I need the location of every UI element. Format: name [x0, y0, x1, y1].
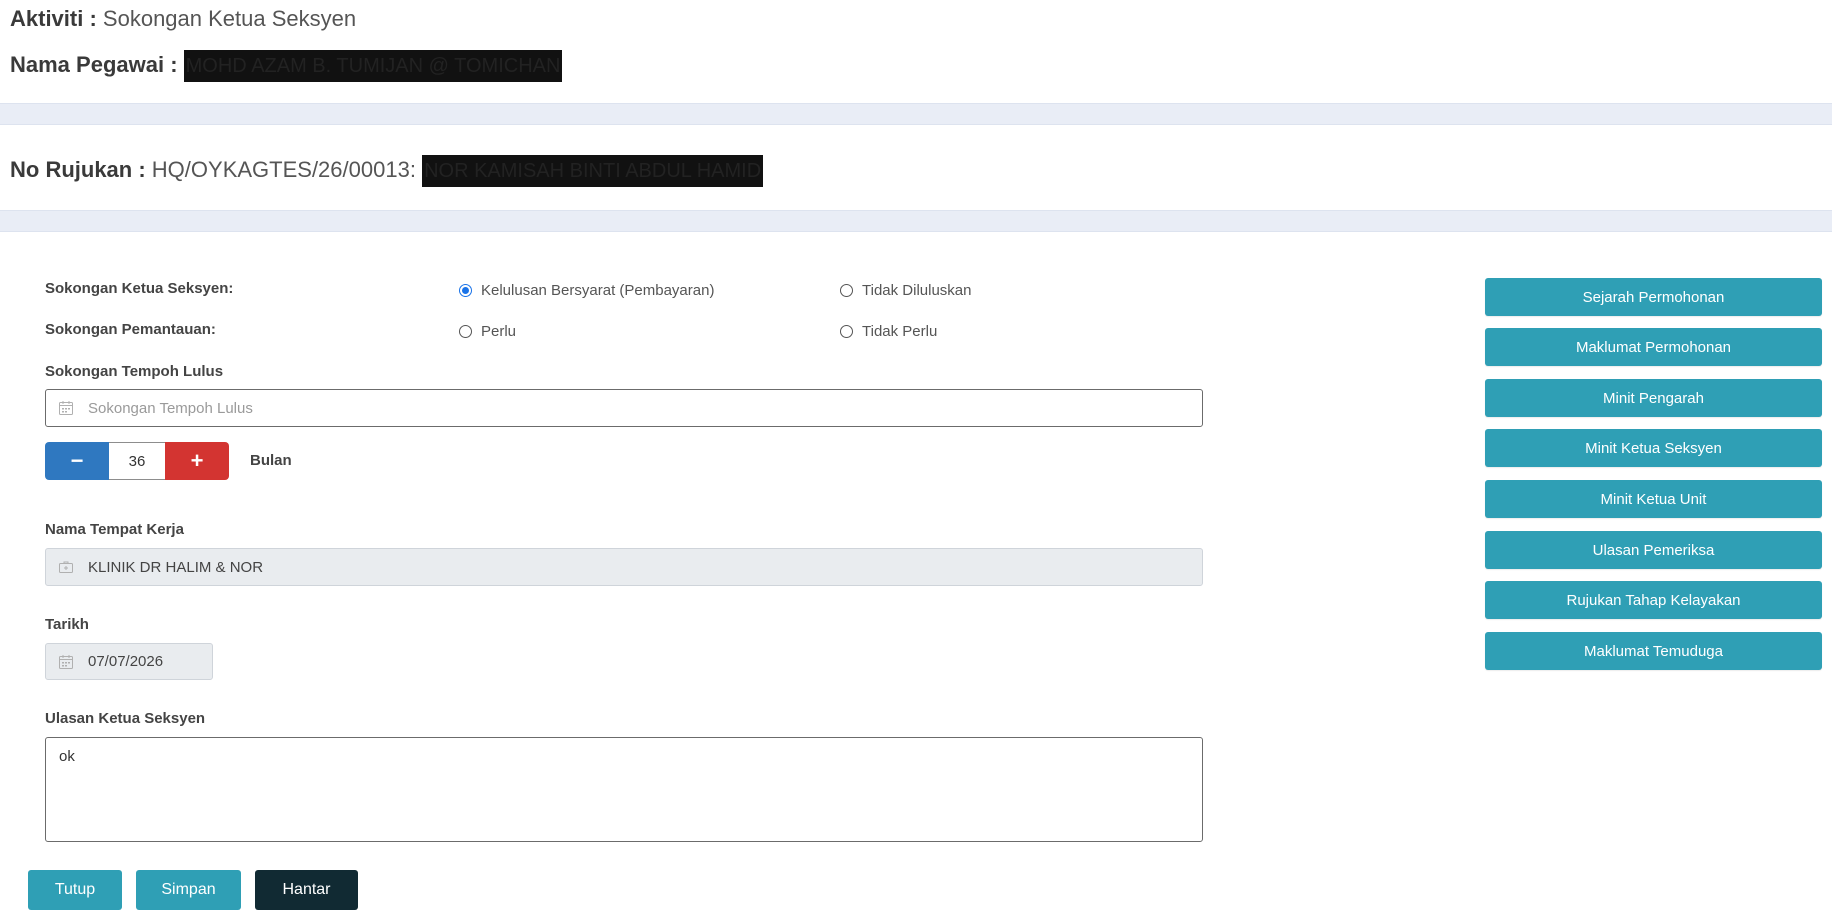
- no-rujukan-label: No Rujukan :: [10, 157, 146, 182]
- radio-label: Kelulusan Bersyarat (Pembayaran): [481, 282, 715, 299]
- radio-kelulusan-bersyarat[interactable]: Kelulusan Bersyarat (Pembayaran): [459, 282, 714, 299]
- divider-band-2: [0, 210, 1832, 232]
- no-rujukan-name-redacted: NOR KAMISAH BINTI ABDUL HAMID: [422, 155, 764, 187]
- maklumat-temuduga-button[interactable]: Maklumat Temuduga: [1485, 632, 1822, 670]
- radio-perlu[interactable]: Perlu: [459, 323, 516, 340]
- no-rujukan-value: HQ/OYKAGTES/26/00013:: [151, 157, 416, 182]
- radio-label: Tidak Diluluskan: [862, 282, 972, 299]
- aktiviti-line: Aktiviti : Sokongan Ketua Seksyen: [10, 6, 356, 32]
- tempoh-lulus-input[interactable]: Sokongan Tempoh Lulus: [45, 389, 1203, 427]
- tempoh-lulus-placeholder: Sokongan Tempoh Lulus: [88, 399, 253, 417]
- hantar-button[interactable]: Hantar: [255, 870, 358, 910]
- tempat-kerja-value: KLINIK DR HALIM & NOR: [88, 558, 264, 576]
- sokongan-ketua-label: Sokongan Ketua Seksyen:: [45, 280, 234, 297]
- radio-unchecked-icon: [840, 325, 853, 338]
- stepper-increment-button[interactable]: +: [165, 442, 229, 480]
- stepper-unit-label: Bulan: [250, 452, 292, 469]
- radio-tidak-perlu[interactable]: Tidak Perlu: [840, 323, 937, 340]
- header-reference-block: No Rujukan : HQ/OYKAGTES/26/00013: NOR K…: [0, 125, 1832, 210]
- nama-pegawai-line: Nama Pegawai : MOHD AZAM B. TUMIJAN @ TO…: [10, 50, 563, 82]
- tarikh-label: Tarikh: [45, 616, 89, 633]
- calendar-icon: [59, 401, 73, 415]
- stepper-decrement-button[interactable]: −: [45, 442, 109, 480]
- ulasan-pemeriksa-button[interactable]: Ulasan Pemeriksa: [1485, 531, 1822, 569]
- nama-pegawai-value-redacted: MOHD AZAM B. TUMIJAN @ TOMICHAN: [183, 50, 563, 82]
- no-rujukan-line: No Rujukan : HQ/OYKAGTES/26/00013: NOR K…: [10, 155, 764, 187]
- simpan-button[interactable]: Simpan: [136, 870, 241, 910]
- nama-pegawai-label: Nama Pegawai :: [10, 52, 178, 77]
- plus-icon: +: [190, 448, 204, 473]
- stepper-value-input[interactable]: 36: [109, 442, 165, 480]
- tarikh-input: 07/07/2026: [45, 643, 213, 680]
- ulasan-label: Ulasan Ketua Seksyen: [45, 710, 206, 727]
- tempoh-stepper: − 36 +: [45, 442, 229, 480]
- minus-icon: −: [70, 448, 84, 473]
- tutup-button[interactable]: Tutup: [28, 870, 122, 910]
- tempat-kerja-label: Nama Tempat Kerja: [45, 521, 184, 538]
- radio-label: Tidak Perlu: [862, 323, 938, 340]
- radio-tidak-diluluskan[interactable]: Tidak Diluluskan: [840, 282, 972, 299]
- tempoh-lulus-label: Sokongan Tempoh Lulus: [45, 363, 224, 380]
- calendar-icon: [59, 654, 73, 669]
- aktiviti-value: Sokongan Ketua Seksyen: [102, 6, 357, 31]
- minit-pengarah-button[interactable]: Minit Pengarah: [1485, 379, 1822, 417]
- maklumat-permohonan-button[interactable]: Maklumat Permohonan: [1485, 328, 1822, 366]
- sejarah-permohonan-button[interactable]: Sejarah Permohonan: [1485, 278, 1822, 316]
- minit-ketua-unit-button[interactable]: Minit Ketua Unit: [1485, 480, 1822, 518]
- radio-unchecked-icon: [459, 325, 472, 338]
- tarikh-value: 07/07/2026: [88, 653, 164, 670]
- ulasan-textarea[interactable]: ok: [45, 737, 1203, 842]
- radio-label: Perlu: [481, 323, 517, 340]
- minit-ketua-seksyen-button[interactable]: Minit Ketua Seksyen: [1485, 429, 1822, 467]
- rujukan-tahap-kelayakan-button[interactable]: Rujukan Tahap Kelayakan: [1485, 581, 1822, 619]
- header-activity-block: Aktiviti : Sokongan Ketua Seksyen Nama P…: [0, 0, 1832, 103]
- aktiviti-label: Aktiviti :: [10, 6, 97, 31]
- sokongan-pemantauan-label: Sokongan Pemantauan:: [45, 321, 216, 338]
- tempat-kerja-input: KLINIK DR HALIM & NOR: [45, 548, 1203, 586]
- divider-band-1: [0, 103, 1832, 125]
- radio-unchecked-icon: [840, 284, 853, 297]
- medical-kit-icon: [59, 561, 73, 573]
- radio-checked-icon: [459, 284, 472, 297]
